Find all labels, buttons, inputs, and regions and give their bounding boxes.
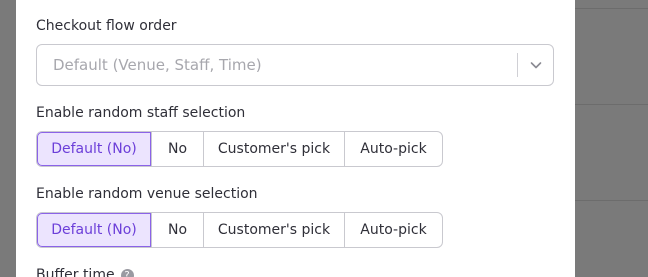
random-venue-option-default[interactable]: Default (No) <box>37 213 151 247</box>
random-staff-label: Enable random staff selection <box>36 105 246 121</box>
checkout-flow-select[interactable]: Default (Venue, Staff, Time) <box>36 44 554 86</box>
random-venue-option-no[interactable]: No <box>151 213 203 247</box>
random-staff-segmented-control: Default (No) No Customer's pick Auto-pic… <box>36 131 443 167</box>
random-staff-option-default[interactable]: Default (No) <box>37 132 151 166</box>
random-venue-label: Enable random venue selection <box>36 186 258 202</box>
background-divider <box>575 200 648 201</box>
random-staff-option-no[interactable]: No <box>151 132 203 166</box>
random-venue-segmented-control: Default (No) No Customer's pick Auto-pic… <box>36 212 443 248</box>
buffer-time-label-row: Buffer time? <box>36 266 134 277</box>
help-icon[interactable]: ? <box>120 268 134 277</box>
checkout-flow-label: Checkout flow order <box>36 18 177 34</box>
select-separator <box>517 53 518 77</box>
random-staff-option-auto-pick[interactable]: Auto-pick <box>344 132 442 166</box>
checkout-flow-value: Default (Venue, Staff, Time) <box>53 56 262 74</box>
background-divider <box>575 8 648 9</box>
background-divider <box>575 104 648 105</box>
random-staff-option-customers-pick[interactable]: Customer's pick <box>203 132 344 166</box>
settings-panel: Checkout flow order Default (Venue, Staf… <box>16 0 575 277</box>
random-venue-option-auto-pick[interactable]: Auto-pick <box>344 213 442 247</box>
chevron-down-icon[interactable] <box>528 57 544 73</box>
random-venue-option-customers-pick[interactable]: Customer's pick <box>203 213 344 247</box>
buffer-time-label: Buffer time <box>36 267 115 277</box>
